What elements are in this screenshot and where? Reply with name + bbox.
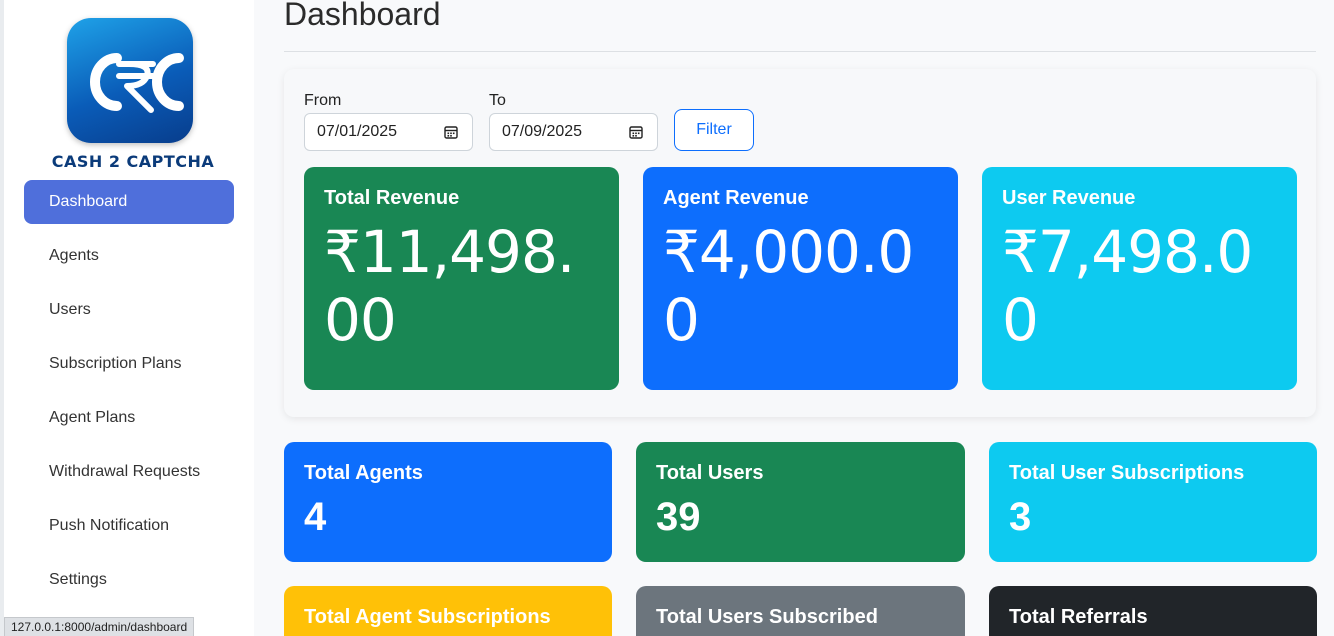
card-value: ₹7,498.00	[1002, 218, 1253, 354]
brand-name: CASH 2 CAPTCHA	[51, 152, 215, 171]
card-label: Total Agent Subscriptions	[304, 606, 551, 628]
total-users-subscribed-card: Total Users Subscribed	[636, 586, 965, 636]
title-divider	[284, 51, 1316, 52]
total-referrals-card: Total Referrals	[989, 586, 1317, 636]
sidebar-item-subscription-plans[interactable]: Subscription Plans	[24, 342, 234, 386]
card-label: Total User Subscriptions	[1009, 462, 1245, 484]
sidebar-item-withdrawal-requests[interactable]: Withdrawal Requests	[24, 450, 234, 494]
status-bar-url: 127.0.0.1:8000/admin/dashboard	[4, 617, 195, 636]
total-agent-subscriptions-card: Total Agent Subscriptions	[284, 586, 612, 636]
sidebar-item-push-notification[interactable]: Push Notification	[24, 504, 234, 548]
card-label: Total Referrals	[1009, 606, 1148, 628]
card-value: ₹11,498.00	[324, 218, 575, 354]
from-date-value: 07/01/2025	[317, 123, 398, 140]
total-users-card: Total Users 39	[636, 442, 965, 562]
page-title: Dashboard	[284, 0, 441, 32]
sidebar-item-users[interactable]: Users	[24, 288, 234, 332]
card-label: User Revenue	[1002, 187, 1136, 209]
total-agents-card: Total Agents 4	[284, 442, 612, 562]
card-label: Total Users Subscribed	[656, 606, 878, 628]
to-label: To	[489, 92, 506, 109]
sidebar-nav: Dashboard Agents Users Subscription Plan…	[24, 180, 234, 612]
card-value: 4	[304, 495, 327, 539]
total-user-subscriptions-card: Total User Subscriptions 3	[989, 442, 1317, 562]
total-revenue-card: Total Revenue ₹11,498.00	[304, 167, 619, 390]
brand-logo	[67, 18, 193, 143]
from-label: From	[304, 92, 342, 109]
sidebar-item-agents[interactable]: Agents	[24, 234, 234, 278]
to-date-input[interactable]: 07/09/2025	[489, 113, 658, 151]
card-value: 3	[1009, 495, 1032, 539]
sidebar-item-settings[interactable]: Settings	[24, 558, 234, 602]
agent-revenue-card: Agent Revenue ₹4,000.00	[643, 167, 958, 390]
card-label: Total Users	[656, 462, 764, 484]
to-date-value: 07/09/2025	[502, 123, 583, 140]
card-label: Total Revenue	[324, 187, 460, 209]
calendar-icon[interactable]	[629, 125, 643, 139]
card-label: Agent Revenue	[663, 187, 809, 209]
calendar-icon[interactable]	[444, 125, 458, 139]
from-date-input[interactable]: 07/01/2025	[304, 113, 473, 151]
filter-button[interactable]: Filter	[674, 109, 754, 151]
sidebar-item-dashboard[interactable]: Dashboard	[24, 180, 234, 224]
card-value: ₹4,000.00	[663, 218, 914, 354]
revenue-filter-card: From 07/01/2025 To 07/09/2025 Filter Tot…	[284, 69, 1316, 417]
sidebar: CASH 2 CAPTCHA Dashboard Agents Users Su…	[0, 0, 254, 636]
user-revenue-card: User Revenue ₹7,498.00	[982, 167, 1297, 390]
sidebar-item-agent-plans[interactable]: Agent Plans	[24, 396, 234, 440]
card-value: 39	[656, 495, 701, 539]
card-label: Total Agents	[304, 462, 423, 484]
